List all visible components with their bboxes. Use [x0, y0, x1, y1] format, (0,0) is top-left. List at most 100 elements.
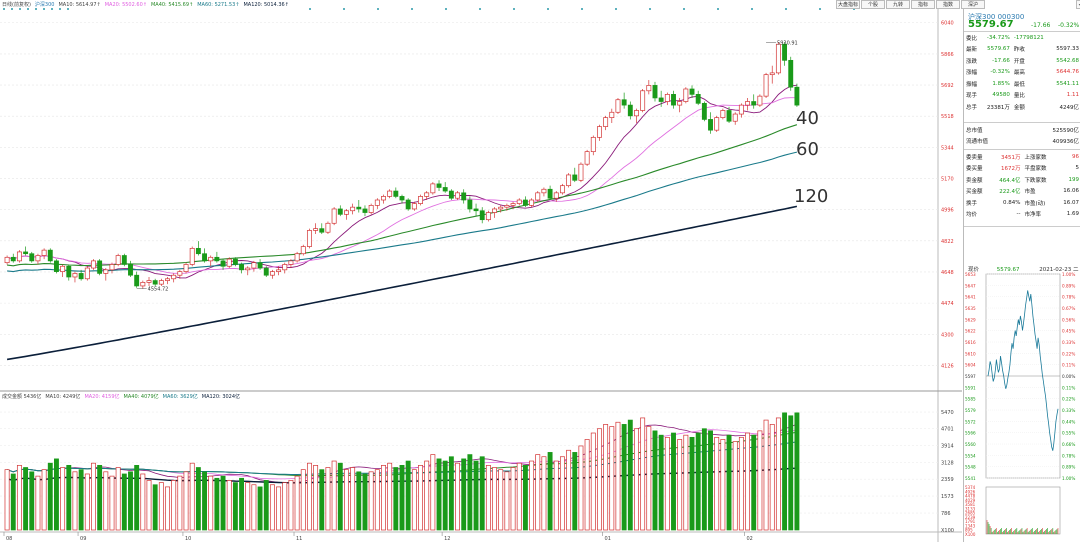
volume-bar: [615, 421, 621, 531]
volume-bar: [485, 464, 491, 531]
volume-bar: [689, 436, 695, 531]
volume-bar: [214, 477, 220, 531]
candle-body: [109, 264, 115, 271]
intraday-pct-tick: 0.89%: [1062, 283, 1075, 288]
volume-bar: [251, 484, 257, 531]
candle-body: [461, 192, 467, 201]
intraday-pct-tick: 0.22%: [1062, 397, 1075, 402]
candle-body: [738, 104, 744, 115]
quote-row: 流通市值 409936亿: [964, 136, 1080, 148]
legend-item: MA120: 3024亿: [201, 394, 241, 400]
volume-bar: [664, 436, 670, 531]
intraday-price-tick: 5653: [965, 272, 976, 277]
candle-body: [294, 253, 300, 262]
candle-body: [208, 256, 214, 262]
quote-label: [1018, 124, 1025, 136]
volume-bar: [708, 430, 713, 531]
x-tick-label: 01: [605, 536, 611, 542]
legend-item: 成交金额 5436亿: [2, 394, 42, 400]
intraday-price-tick: 5604: [965, 363, 976, 368]
toolbar-button[interactable]: 指数: [936, 0, 960, 9]
toolbar-button[interactable]: 深沪: [961, 0, 985, 9]
volume-bar: [510, 467, 516, 531]
quote-value: 0.84%: [1003, 199, 1021, 206]
volume-bar: [344, 469, 349, 531]
volume-bar: [658, 434, 664, 531]
volume-bar: [387, 462, 393, 531]
volume-bar: [23, 467, 29, 531]
quote-label: 委卖量: [966, 154, 983, 161]
candle-body: [288, 260, 294, 265]
quote-row: 卖金额 464.4亿 下跌家数 199: [964, 174, 1080, 186]
volume-bar: [16, 464, 22, 531]
volume-bar: [732, 441, 738, 531]
marker-dot: [547, 8, 549, 10]
intraday-pct-tick: 0.45%: [1062, 329, 1075, 334]
candle-body: [171, 274, 177, 280]
candle-body: [23, 251, 29, 255]
x-tick-label: 12: [444, 536, 450, 542]
volume-bar: [738, 436, 744, 531]
quote-value: 525590亿: [1052, 127, 1080, 134]
candle-body: [399, 196, 405, 201]
intraday-pct-tick: 0.55%: [1062, 431, 1075, 436]
toolbar-button[interactable]: 个股: [861, 0, 885, 9]
volume-bar: [152, 484, 158, 531]
intraday-volume-tick: X100: [965, 532, 976, 537]
volume-bar: [541, 456, 547, 531]
volume-bar: [276, 486, 282, 531]
toolbar-button[interactable]: 九转: [886, 0, 910, 9]
ma-line-ma10: [6, 84, 797, 279]
volume-tick-label: 3128: [941, 461, 954, 467]
candle-body: [16, 251, 22, 262]
candle-body: [325, 222, 331, 233]
kline-chart[interactable]: 6040586656925518534451704996482246484474…: [0, 0, 962, 542]
volume-bar: [54, 458, 59, 531]
volume-bar: [121, 473, 127, 531]
toolbar-button[interactable]: 大盘指标: [836, 0, 860, 9]
quote-label: 现手: [966, 93, 978, 100]
volume-bar: [769, 424, 775, 531]
volume-bar: [72, 471, 78, 531]
intraday-price-tick: 5591: [965, 385, 976, 390]
volume-bar: [288, 480, 294, 531]
quote-label: 振幅: [966, 81, 978, 88]
volume-bar: [146, 480, 152, 531]
marker-dot: [717, 8, 719, 10]
candle-body: [634, 110, 639, 117]
quote-label: 上涨家数: [1024, 154, 1047, 161]
intraday-price-tick: 5597: [965, 374, 976, 379]
volume-bar: [103, 471, 109, 531]
volume-bar: [442, 460, 448, 531]
intraday-pct-tick: 0.33%: [1062, 408, 1075, 413]
volume-bar: [226, 480, 232, 531]
candle-body: [269, 271, 275, 276]
ma40-label: 40: [796, 108, 819, 129]
volume-bar: [128, 471, 133, 531]
intraday-price-tick: 5554: [965, 453, 976, 458]
quote-row: 振幅 1.85% 最低 5541.11: [964, 78, 1080, 90]
intraday-pct-tick: 0.78%: [1062, 453, 1075, 458]
toolbar-button[interactable]: 指标: [911, 0, 935, 9]
volume-bar: [782, 412, 788, 531]
candle-body: [115, 255, 121, 265]
volume-tick-label: 4701: [941, 427, 954, 433]
quote-label: 平盘家数: [1024, 166, 1047, 173]
volume-bar: [597, 428, 602, 531]
candle-body: [232, 258, 238, 265]
kline-chart-area[interactable]: 日线(前复权) 沪深300 MA10: 5614.97↑ MA20: 5502.60↑…: [0, 0, 962, 542]
volume-bar: [405, 460, 411, 531]
marker-dot: [309, 8, 311, 10]
candle-body: [430, 183, 436, 194]
intraday-chart[interactable]: 5653 1.00% 5647 0.89% 5641 0.78% 5635 0.67% 5629…: [964, 272, 1080, 542]
quote-row: 涨幅 -0.32% 最高 5644.76: [964, 67, 1080, 79]
volume-bar: [232, 482, 238, 531]
candle-body: [189, 247, 195, 265]
candle-body: [313, 228, 319, 231]
marker-dot: [35, 8, 37, 10]
candle-body: [411, 203, 417, 210]
prev-arrow-icon[interactable]: ◀: [1076, 0, 1080, 9]
volume-bar: [714, 436, 720, 531]
volume-bar: [313, 464, 319, 531]
marker-dot: [615, 8, 617, 10]
